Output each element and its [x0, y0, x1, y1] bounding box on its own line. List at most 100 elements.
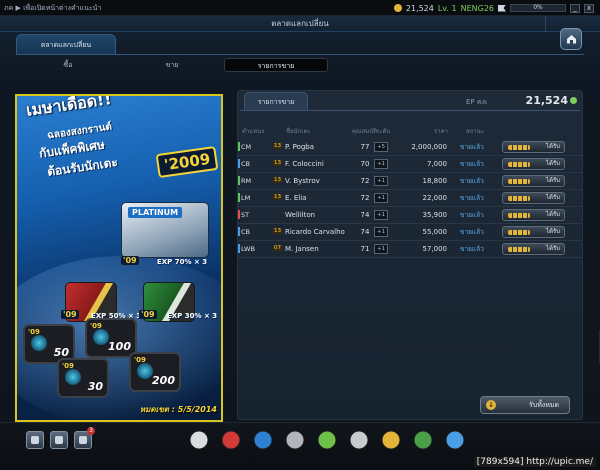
col-price: ราคา [434, 128, 448, 135]
row-divider [238, 155, 582, 156]
subtabs: ซื้อ ขาย รายการขาย [16, 58, 584, 74]
sale-price: 22,000 [422, 194, 448, 202]
col-player-name: ชื่อนักเตะ [286, 128, 311, 135]
enhance-level: +5 [374, 142, 388, 152]
enhance-level: +1 [374, 193, 388, 203]
platinum-pack: PLATINUM [121, 202, 209, 258]
season-badge: 07 [273, 245, 282, 251]
flag-icon [498, 4, 506, 12]
season-badge: 13 [273, 143, 282, 149]
pyramid-icon[interactable] [316, 429, 338, 451]
sale-price: 7,000 [426, 160, 447, 168]
basket-icon[interactable] [444, 429, 466, 451]
receive-label: ได้รับ [546, 228, 560, 235]
tab-buy[interactable]: ซื้อ [16, 58, 120, 72]
mail-badge: 3 [87, 427, 95, 435]
player-position: LM [241, 194, 251, 202]
notebook-icon[interactable] [348, 429, 370, 451]
promo-headline: เมษาเดือด!! [24, 94, 113, 120]
chat-button[interactable] [50, 431, 68, 449]
col-level: ระดับ [376, 128, 391, 135]
title-divider [545, 16, 546, 32]
player-position: LWB [241, 245, 255, 253]
hint-text[interactable]: ภค ▶ เพื่อเปิดหน้าต่างคำแนะนำ [4, 3, 101, 14]
position-color-bar [238, 176, 240, 185]
receive-button[interactable]: ได้รับ [502, 192, 565, 204]
table-row: RM 13 V. Bystrov 72 +1 18,800 ขายแล้ว ได้รับ [238, 174, 582, 189]
player-position: RM [241, 177, 252, 185]
player-position: ST [241, 211, 250, 219]
tab-market[interactable]: ตลาดแลกเปลี่ยน [16, 34, 116, 54]
player-rating: 72 [360, 194, 370, 202]
season-tag: '09 [121, 256, 139, 265]
close-button[interactable]: x [584, 3, 594, 13]
coins-icon [508, 179, 530, 184]
sale-price: 57,000 [422, 245, 448, 253]
promo-banner[interactable]: เมษาเดือด!! ฉลองสงกรานต์ กับแพ็คพิเศษ ต้… [15, 94, 223, 422]
position-color-bar [238, 193, 240, 202]
card-disc [65, 369, 81, 385]
ball-icon[interactable] [220, 429, 242, 451]
receive-button[interactable]: ได้รับ [502, 209, 565, 221]
receive-button[interactable]: ได้รับ [502, 226, 565, 238]
status-bar: ภค ▶ เพื่อเปิดหน้าต่างคำแนะนำ 21,524 Lv.… [0, 0, 600, 16]
coins-icon [508, 247, 530, 252]
table-row: CB 13 Ricardo Carvalho 74 +1 55,000 ขายแล้ว ได้… [238, 225, 582, 240]
receive-button[interactable]: ได้รับ [502, 175, 565, 187]
sale-price: 35,900 [422, 211, 448, 219]
tab-underline [16, 54, 584, 55]
promo-year: '2009 [155, 145, 219, 179]
season-badge: 13 [273, 177, 282, 183]
receive-label: ได้รับ [546, 143, 560, 150]
receive-all-label: รับทั้งหมด [528, 401, 559, 409]
ep-balance: 21,524 [525, 94, 568, 107]
exp-green: EXP 30% × 3 [167, 312, 218, 320]
window-title-text: ตลาดแลกเปลี่ยน [271, 19, 329, 28]
col-position: ตำแหน่ง [242, 128, 265, 135]
receive-button[interactable]: ได้รับ [502, 141, 565, 153]
minimize-button[interactable]: _ [570, 3, 580, 13]
row-divider [238, 206, 582, 207]
enhance-level: +1 [374, 210, 388, 220]
receive-button[interactable]: ได้รับ [502, 158, 565, 170]
card-disc [137, 363, 153, 379]
mail-button[interactable]: 3 [74, 427, 95, 449]
table-row: CB 13 F. Coloccini 70 +1 7,000 ขายแล้ว ได้รับ [238, 157, 582, 172]
sale-status: ขายแล้ว [460, 211, 484, 219]
row-divider [238, 257, 582, 258]
sale-status: ขายแล้ว [460, 160, 484, 168]
enhance-level: +1 [374, 244, 388, 254]
sale-status: ขายแล้ว [460, 143, 484, 151]
card-value: 100 [108, 340, 131, 353]
position-color-bar [238, 210, 240, 219]
player-name: F. Coloccini [285, 160, 324, 168]
receive-all-button[interactable]: ↓ รับทั้งหมด [480, 396, 570, 414]
home-button[interactable] [560, 28, 582, 50]
tab-sale-list[interactable]: รายการขาย [224, 58, 328, 72]
coins-icon [508, 230, 530, 235]
table-row: CM 13 P. Pogba 77 +5 2,000,000 ขายแล้ว ได้รับ [238, 140, 582, 155]
whistle-icon[interactable] [188, 429, 210, 451]
season-tag: '09 [139, 310, 157, 319]
row-divider [238, 240, 582, 241]
player-card: '09 100 [85, 318, 137, 358]
boot-icon[interactable] [252, 429, 274, 451]
club-icon[interactable] [412, 429, 434, 451]
sale-status: ขายแล้ว [460, 194, 484, 202]
window-title: ตลาดแลกเปลี่ยน [0, 16, 600, 32]
progress-bar: 0% [510, 4, 566, 12]
coin-jar-icon[interactable] [380, 429, 402, 451]
player-name: E. Elia [285, 194, 307, 202]
card-value: 200 [152, 374, 175, 387]
tab-sale-list-panel[interactable]: รายการขาย [244, 92, 308, 110]
player-name: V. Bystrov [285, 177, 320, 185]
sale-price: 18,800 [422, 177, 448, 185]
player-card: '09 30 [57, 358, 109, 398]
trophy-icon[interactable] [284, 429, 306, 451]
sale-status: ขายแล้ว [460, 177, 484, 185]
ep-label: EP คงเ [466, 98, 488, 106]
tab-sell[interactable]: ขาย [120, 58, 224, 72]
profile-button[interactable] [26, 431, 44, 449]
receive-label: ได้รับ [546, 211, 560, 218]
receive-button[interactable]: ได้รับ [502, 243, 565, 255]
